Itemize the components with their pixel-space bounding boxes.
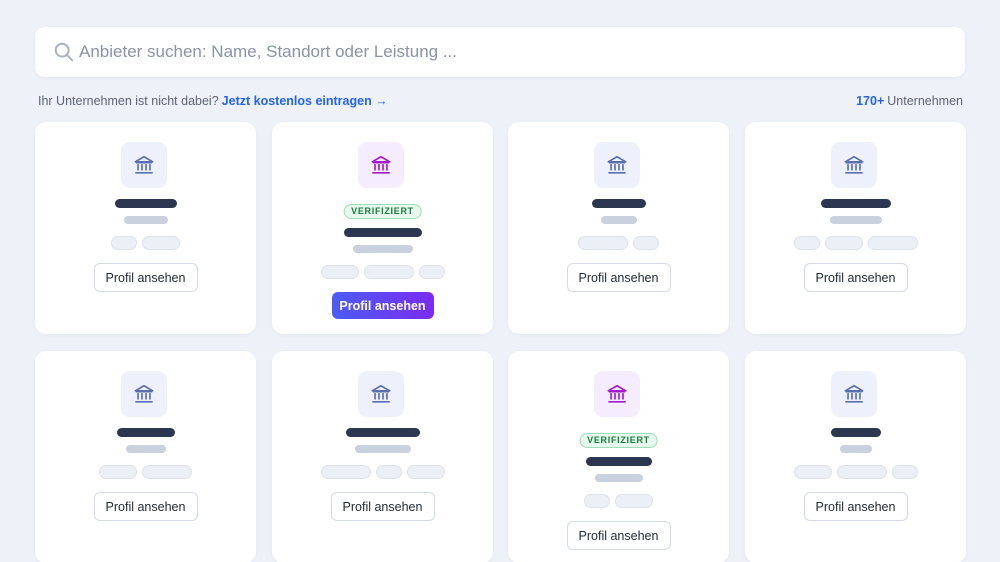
view-profile-button[interactable]: Profil ansehen bbox=[93, 492, 198, 521]
service-tag-placeholder bbox=[793, 465, 832, 479]
service-tag-placeholder bbox=[375, 465, 402, 479]
service-tag-placeholder bbox=[320, 465, 371, 479]
listing-info-row: Ihr Unternehmen ist nicht dabei? Jetzt ko… bbox=[38, 94, 963, 110]
bank-icon bbox=[371, 384, 391, 403]
service-tags bbox=[35, 236, 256, 250]
search-input[interactable] bbox=[79, 27, 949, 77]
service-tags bbox=[508, 494, 729, 508]
bank-icon bbox=[844, 155, 864, 174]
bank-icon bbox=[607, 384, 627, 403]
service-tag-placeholder bbox=[891, 465, 918, 479]
view-profile-button[interactable]: Profil ansehen bbox=[330, 492, 435, 521]
service-tags bbox=[745, 465, 966, 479]
provider-card-verified: VERIFIZIERT Profil ansehen bbox=[508, 351, 729, 562]
service-tags bbox=[272, 465, 493, 479]
provider-logo bbox=[121, 142, 167, 188]
register-prompt: Ihr Unternehmen ist nicht dabei? Jetzt ko… bbox=[38, 94, 388, 108]
search-icon bbox=[54, 42, 74, 62]
provider-name-placeholder bbox=[345, 428, 420, 437]
view-profile-button[interactable]: Profil ansehen bbox=[803, 492, 908, 521]
service-tag-placeholder bbox=[578, 236, 628, 250]
service-tag-placeholder bbox=[111, 236, 137, 250]
provider-logo bbox=[831, 142, 877, 188]
provider-name-placeholder bbox=[830, 428, 881, 437]
provider-logo bbox=[594, 142, 640, 188]
provider-name-placeholder bbox=[585, 457, 652, 466]
bank-icon bbox=[844, 384, 864, 403]
provider-card: Profil ansehen bbox=[35, 351, 256, 562]
verified-badge: VERIFIZIERT bbox=[579, 433, 658, 448]
service-tag-placeholder bbox=[633, 236, 659, 250]
provider-card: Profil ansehen bbox=[508, 122, 729, 334]
service-tag-placeholder bbox=[836, 465, 887, 479]
service-tag-placeholder bbox=[363, 265, 414, 279]
service-tags bbox=[35, 465, 256, 479]
provider-name-placeholder bbox=[114, 199, 177, 208]
provider-location-placeholder bbox=[839, 445, 872, 453]
provider-name-placeholder bbox=[591, 199, 646, 208]
service-tag-placeholder bbox=[142, 236, 180, 250]
provider-logo bbox=[831, 371, 877, 417]
service-tags bbox=[272, 265, 493, 279]
service-tag-placeholder bbox=[406, 465, 445, 479]
provider-location-placeholder bbox=[125, 445, 166, 453]
provider-location-placeholder bbox=[352, 245, 413, 253]
provider-logo bbox=[121, 371, 167, 417]
company-count-label: Unternehmen bbox=[887, 94, 963, 108]
service-tag-placeholder bbox=[99, 465, 137, 479]
provider-logo bbox=[594, 371, 640, 417]
provider-name-placeholder bbox=[116, 428, 175, 437]
service-tag-placeholder bbox=[867, 236, 918, 250]
provider-card: Profil ansehen bbox=[272, 351, 493, 562]
provider-card-verified: VERIFIZIERT Profil ansehen bbox=[272, 122, 493, 334]
service-tag-placeholder bbox=[418, 265, 445, 279]
view-profile-button[interactable]: Profil ansehen bbox=[566, 263, 671, 292]
service-tags bbox=[745, 236, 966, 250]
search-bar bbox=[35, 27, 965, 77]
service-tag-placeholder bbox=[584, 494, 610, 508]
view-profile-button[interactable]: Profil ansehen bbox=[803, 263, 908, 292]
service-tag-placeholder bbox=[320, 265, 359, 279]
provider-location-placeholder bbox=[123, 216, 168, 224]
service-tag-placeholder bbox=[793, 236, 820, 250]
provider-card: Profil ansehen bbox=[35, 122, 256, 334]
register-prompt-text: Ihr Unternehmen ist nicht dabei? bbox=[38, 94, 219, 108]
verified-badge: VERIFIZIERT bbox=[343, 204, 422, 219]
service-tag-placeholder bbox=[824, 236, 863, 250]
service-tag-placeholder bbox=[615, 494, 653, 508]
provider-logo bbox=[358, 371, 404, 417]
bank-icon bbox=[607, 155, 627, 174]
provider-name-placeholder bbox=[343, 228, 422, 237]
view-profile-button-primary[interactable]: Profil ansehen bbox=[331, 292, 434, 319]
provider-location-placeholder bbox=[829, 216, 882, 224]
bank-icon bbox=[134, 155, 154, 174]
bank-icon bbox=[371, 155, 391, 174]
provider-card: Profil ansehen bbox=[745, 351, 966, 562]
provider-location-placeholder bbox=[594, 474, 643, 482]
provider-location-placeholder bbox=[354, 445, 411, 453]
view-profile-button[interactable]: Profil ansehen bbox=[566, 521, 671, 550]
provider-name-placeholder bbox=[820, 199, 891, 208]
bank-icon bbox=[134, 384, 154, 403]
view-profile-button[interactable]: Profil ansehen bbox=[93, 263, 198, 292]
service-tag-placeholder bbox=[142, 465, 192, 479]
company-count: 170+ Unternehmen bbox=[856, 94, 963, 108]
provider-logo bbox=[358, 142, 404, 188]
provider-card: Profil ansehen bbox=[745, 122, 966, 334]
register-link[interactable]: Jetzt kostenlos eintragen → bbox=[222, 94, 388, 108]
service-tags bbox=[508, 236, 729, 250]
provider-location-placeholder bbox=[600, 216, 637, 224]
company-count-number: 170+ bbox=[856, 94, 885, 108]
